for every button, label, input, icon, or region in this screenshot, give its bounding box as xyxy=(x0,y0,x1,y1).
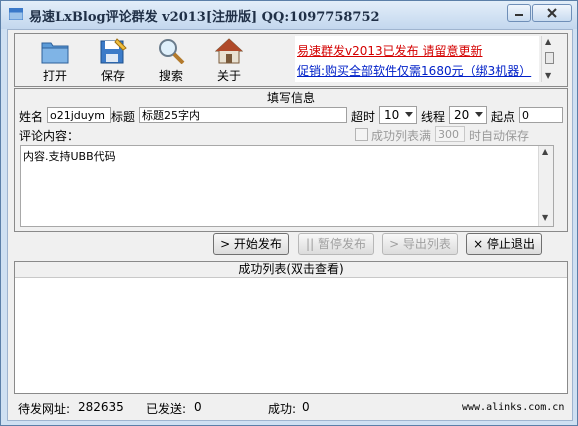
threads-select[interactable]: 20 xyxy=(449,106,487,124)
home-icon xyxy=(215,38,243,64)
export-list-button[interactable]: > 导出列表 xyxy=(382,233,458,255)
threads-label: 线程 xyxy=(421,110,446,124)
toolbar: 打开 保存 搜索 关于 易速群发v2013已发布 请留意更新 促销:购买全部软件… xyxy=(14,33,568,87)
close-icon xyxy=(547,8,557,18)
timeout-label: 超时 xyxy=(351,110,376,124)
start-field[interactable]: 0 xyxy=(519,107,563,123)
autosave-suffix-label: 时自动保存 xyxy=(469,129,530,143)
save-button[interactable]: 保存 xyxy=(89,38,137,83)
open-label: 打开 xyxy=(42,69,67,83)
window-title: 易速LxBlog评论群发 v2013[注册版] QQ:1097758752 xyxy=(29,10,380,25)
promotion-link[interactable]: 促销:购买全部软件仅需1680元（绑3机器） xyxy=(297,62,531,79)
promo-scrollbar[interactable]: ▲ ▼ xyxy=(541,36,556,82)
success-list-header[interactable]: 成功列表(双击查看) xyxy=(15,262,567,278)
start-label: 起点 xyxy=(491,110,516,124)
name-field[interactable]: o21jduym xyxy=(47,107,111,123)
promo-box: 易速群发v2013已发布 请留意更新 促销:购买全部软件仅需1680元（绑3机器… xyxy=(295,36,539,82)
autosave-threshold-field[interactable]: 300 xyxy=(435,126,465,142)
client-area: 打开 保存 搜索 关于 易速群发v2013已发布 请留意更新 促销:购买全部软件… xyxy=(7,29,573,421)
title-label: 标题 xyxy=(111,110,136,124)
save-label: 保存 xyxy=(100,69,125,83)
scroll-down-icon[interactable]: ▼ xyxy=(545,72,551,80)
scroll-down-icon[interactable]: ▼ xyxy=(542,214,548,222)
timeout-select[interactable]: 10 xyxy=(379,106,417,124)
input-panel: 填写信息 姓名 o21jduym 标题 标题25字内 超时 10 线程 20 起… xyxy=(14,88,568,232)
scroll-up-icon[interactable]: ▲ xyxy=(545,38,551,46)
search-icon xyxy=(159,39,185,64)
threads-value: 20 xyxy=(454,108,470,122)
website-link[interactable]: www.alinks.com.cn xyxy=(462,402,564,413)
about-label: 关于 xyxy=(216,69,241,83)
name-label: 姓名 xyxy=(19,110,44,124)
minimize-button[interactable] xyxy=(507,4,531,22)
pause-publish-button[interactable]: || 暂停发布 xyxy=(298,233,374,255)
success-list[interactable]: 成功列表(双击查看) xyxy=(14,261,568,394)
app-window: 易速LxBlog评论群发 v2013[注册版] QQ:1097758752 打开 xyxy=(0,0,578,426)
minimize-icon xyxy=(515,14,523,16)
search-label: 搜索 xyxy=(158,69,183,83)
sent-label: 已发送: xyxy=(146,402,187,416)
autosave-checkbox[interactable] xyxy=(355,128,368,141)
title-bar[interactable]: 易速LxBlog评论群发 v2013[注册版] QQ:1097758752 xyxy=(1,1,577,29)
save-icon xyxy=(100,38,127,64)
section-title: 填写信息 xyxy=(266,91,315,105)
comment-scrollbar[interactable]: ▲ ▼ xyxy=(538,146,553,226)
start-publish-button[interactable]: > 开始发布 xyxy=(213,233,289,255)
folder-icon xyxy=(41,42,69,64)
comment-textarea[interactable]: 内容.支持UBB代码 ▲ ▼ xyxy=(20,145,554,227)
about-button[interactable]: 关于 xyxy=(205,38,253,83)
scroll-up-icon[interactable]: ▲ xyxy=(542,148,548,156)
open-button[interactable]: 打开 xyxy=(31,38,79,83)
success-count: 0 xyxy=(302,400,310,414)
chevron-down-icon xyxy=(405,112,413,117)
title-field[interactable]: 标题25字内 xyxy=(139,107,347,123)
update-notice-link[interactable]: 易速群发v2013已发布 请留意更新 xyxy=(297,42,482,59)
success-label: 成功: xyxy=(268,402,297,416)
sent-count: 0 xyxy=(194,400,202,414)
pending-label: 待发网址: xyxy=(18,402,71,416)
comment-label: 评论内容： xyxy=(19,129,80,143)
app-icon xyxy=(9,8,23,20)
pending-count: 282635 xyxy=(78,400,124,414)
timeout-value: 10 xyxy=(384,108,400,122)
scroll-thumb[interactable] xyxy=(545,52,554,64)
stop-exit-button[interactable]: × 停止退出 xyxy=(466,233,542,255)
search-button[interactable]: 搜索 xyxy=(147,38,195,83)
comment-text: 内容.支持UBB代码 xyxy=(23,150,116,163)
chevron-down-icon xyxy=(475,112,483,117)
close-button[interactable] xyxy=(532,4,572,22)
success-list-full-label: 成功列表满 xyxy=(371,129,432,143)
